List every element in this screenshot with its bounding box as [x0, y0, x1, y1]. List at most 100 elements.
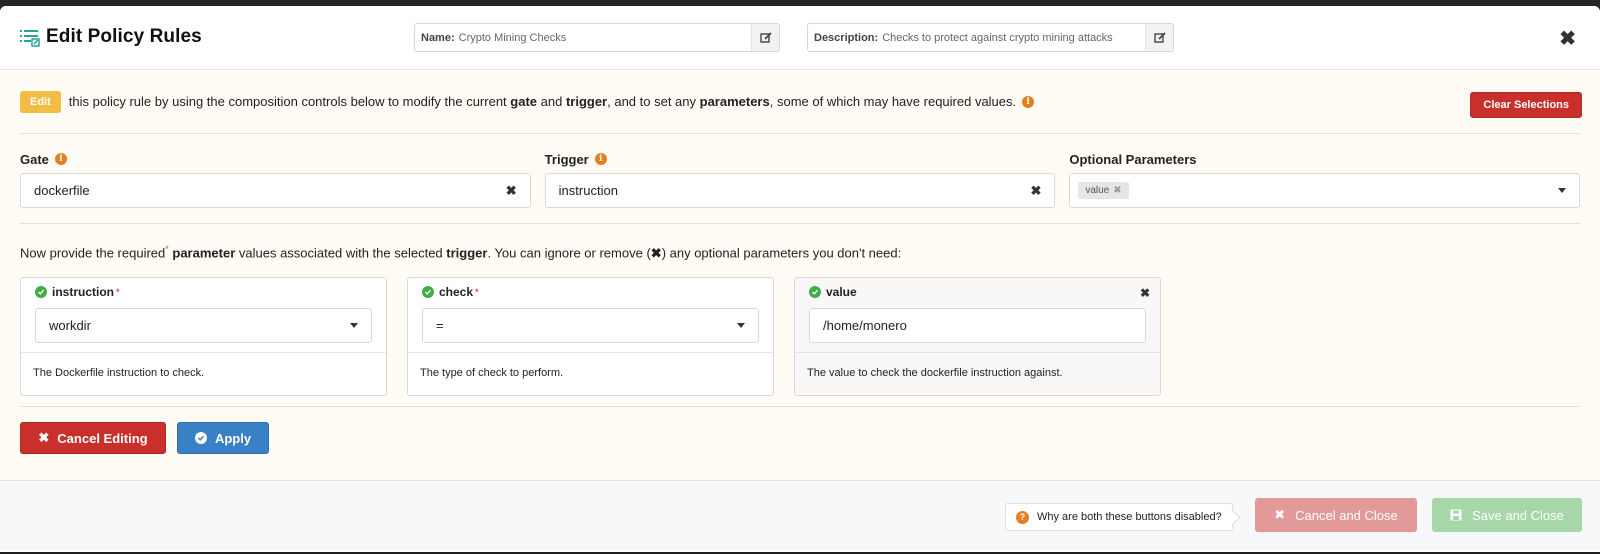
param-name: value	[826, 285, 857, 299]
param-header: value	[795, 278, 1160, 306]
remove-tag-icon[interactable]: ✖	[1113, 185, 1121, 196]
trigger-label-row: Trigger i	[545, 150, 1056, 168]
param-card-check: check * = The type of check to perform.	[407, 277, 774, 396]
intro-text-part: this policy rule by using the compositio…	[68, 94, 511, 109]
intro-text-part: , some of which may have required values…	[769, 94, 1017, 109]
value-input[interactable]: /home/monero	[809, 308, 1146, 343]
param-name: check	[439, 285, 474, 299]
trigger-info-icon[interactable]: i	[594, 153, 607, 165]
cancel-close-label: Cancel and Close	[1295, 507, 1398, 523]
param-description: The type of check to perform.	[420, 367, 564, 379]
req-text-part: ) any optional parameters you don't need…	[661, 245, 902, 261]
check-select[interactable]: =	[422, 308, 759, 343]
remove-x-icon: ✖	[650, 245, 662, 261]
param-description: The Dockerfile instruction to check.	[33, 367, 205, 379]
info-icon[interactable]: i	[1022, 95, 1035, 108]
save-icon	[1450, 509, 1462, 521]
edit-name-button[interactable]	[751, 24, 779, 51]
intro-gate-bold: gate	[510, 94, 538, 109]
edit-badge: Edit	[20, 90, 61, 113]
optional-parameters-label: Optional Parameters	[1069, 151, 1197, 167]
intro-parameters-bold: parameters	[699, 94, 770, 109]
trigger-label: Trigger	[544, 151, 589, 167]
optional-parameters-selector: Optional Parameters value ✖	[1069, 150, 1581, 223]
trigger-value: instruction	[558, 183, 618, 198]
why-disabled-text: Why are both these buttons disabled?	[1037, 511, 1222, 523]
param-description: The value to check the dockerfile instru…	[807, 367, 1063, 379]
chevron-down-icon[interactable]	[1558, 188, 1567, 193]
edit-icon	[1153, 31, 1166, 43]
description-value: Checks to protect against crypto mining …	[882, 31, 1113, 44]
param-card-value: value ✖ /home/monero The value to check …	[794, 277, 1161, 396]
why-disabled-tooltip[interactable]: ? Why are both these buttons disabled?	[1005, 503, 1233, 531]
check-circle-icon	[809, 286, 821, 298]
check-circle-icon	[422, 286, 434, 298]
instruction-select[interactable]: workdir	[35, 308, 372, 343]
req-text-part: Now provide the required	[20, 245, 166, 261]
required-star: *	[116, 287, 120, 297]
req-parameter-bold: parameter	[172, 245, 236, 261]
save-close-label: Save and Close	[1472, 507, 1564, 523]
check-circle-icon	[194, 432, 207, 444]
modal-footer: ? Why are both these buttons disabled? ✖…	[0, 481, 1600, 551]
cancel-editing-button[interactable]: ✖ Cancel Editing	[20, 422, 166, 454]
trigger-select[interactable]: instruction ✖	[544, 173, 1056, 208]
chevron-down-icon[interactable]	[737, 323, 745, 328]
gate-selector: Gate i dockerfile ✖	[20, 150, 531, 223]
req-text-part: values associated with the selected	[235, 245, 447, 261]
trigger-selector: Trigger i instruction ✖	[544, 150, 1056, 223]
apply-label: Apply	[214, 430, 252, 446]
param-header: instruction *	[21, 278, 386, 306]
question-icon: ?	[1016, 510, 1029, 524]
name-value: Crypto Mining Checks	[458, 31, 567, 44]
name-label: Name:	[421, 31, 455, 44]
gate-select[interactable]: dockerfile ✖	[20, 173, 531, 208]
list-edit-icon	[20, 30, 40, 47]
intro-instructions: Edit this policy rule by using the compo…	[20, 70, 1582, 134]
modal-body: Edit this policy rule by using the compo…	[0, 70, 1600, 481]
required-star: *	[475, 287, 479, 297]
param-value: /home/monero	[823, 318, 907, 333]
x-icon: ✖	[38, 430, 50, 445]
gate-value: dockerfile	[34, 183, 90, 198]
req-text-part: . You can ignore or remove (	[487, 245, 651, 261]
intro-trigger-bold: trigger	[565, 94, 608, 109]
policy-name-field[interactable]: Name: Crypto Mining Checks	[414, 23, 780, 52]
cancel-and-close-button[interactable]: ✖ Cancel and Close	[1255, 498, 1417, 532]
modal-title: Edit Policy Rules	[46, 26, 202, 47]
optional-parameters-select[interactable]: value ✖	[1069, 173, 1581, 208]
policy-description-field[interactable]: Description: Checks to protect against c…	[807, 23, 1174, 52]
required-params-instructions: Now provide the required* parameter valu…	[20, 224, 1580, 277]
apply-button[interactable]: Apply	[177, 422, 269, 454]
description-label: Description:	[814, 31, 879, 44]
intro-text-part: , and to set any	[607, 94, 700, 109]
clear-selections-button[interactable]: Clear Selections	[1470, 92, 1582, 118]
edit-description-button[interactable]	[1145, 24, 1173, 51]
req-trigger-bold: trigger	[446, 245, 488, 261]
required-star: *	[165, 244, 169, 254]
chevron-down-icon[interactable]	[350, 323, 358, 328]
param-value: workdir	[49, 318, 91, 333]
remove-param-icon[interactable]: ✖	[1140, 286, 1150, 300]
x-icon: ✖	[1274, 507, 1286, 522]
intro-text-part: and	[537, 94, 566, 109]
param-value: =	[436, 318, 444, 333]
edit-actions: ✖ Cancel Editing Apply	[20, 407, 1580, 454]
gate-label-row: Gate i	[20, 150, 531, 168]
clear-gate-icon[interactable]: ✖	[506, 183, 517, 199]
param-name: instruction	[52, 285, 114, 299]
param-header: check *	[408, 278, 773, 306]
save-and-close-button[interactable]: Save and Close	[1432, 498, 1582, 532]
param-card-instruction: instruction * workdir The Dockerfile inst…	[20, 277, 387, 396]
intro-text: this policy rule by using the compositio…	[69, 94, 1016, 109]
modal-header: Edit Policy Rules Name: Crypto Mining Ch…	[0, 6, 1600, 70]
tag-label: value	[1085, 185, 1110, 196]
close-modal-icon[interactable]: ✖	[1559, 26, 1576, 51]
gate-info-icon[interactable]: i	[54, 153, 67, 165]
check-circle-icon	[35, 286, 47, 298]
clear-trigger-icon[interactable]: ✖	[1030, 183, 1041, 199]
parameter-cards: instruction * workdir The Dockerfile inst…	[20, 277, 1580, 407]
optional-param-tag: value ✖	[1078, 182, 1129, 199]
cancel-editing-label: Cancel Editing	[57, 430, 148, 446]
edit-policy-rules-modal: Edit Policy Rules Name: Crypto Mining Ch…	[0, 6, 1600, 552]
